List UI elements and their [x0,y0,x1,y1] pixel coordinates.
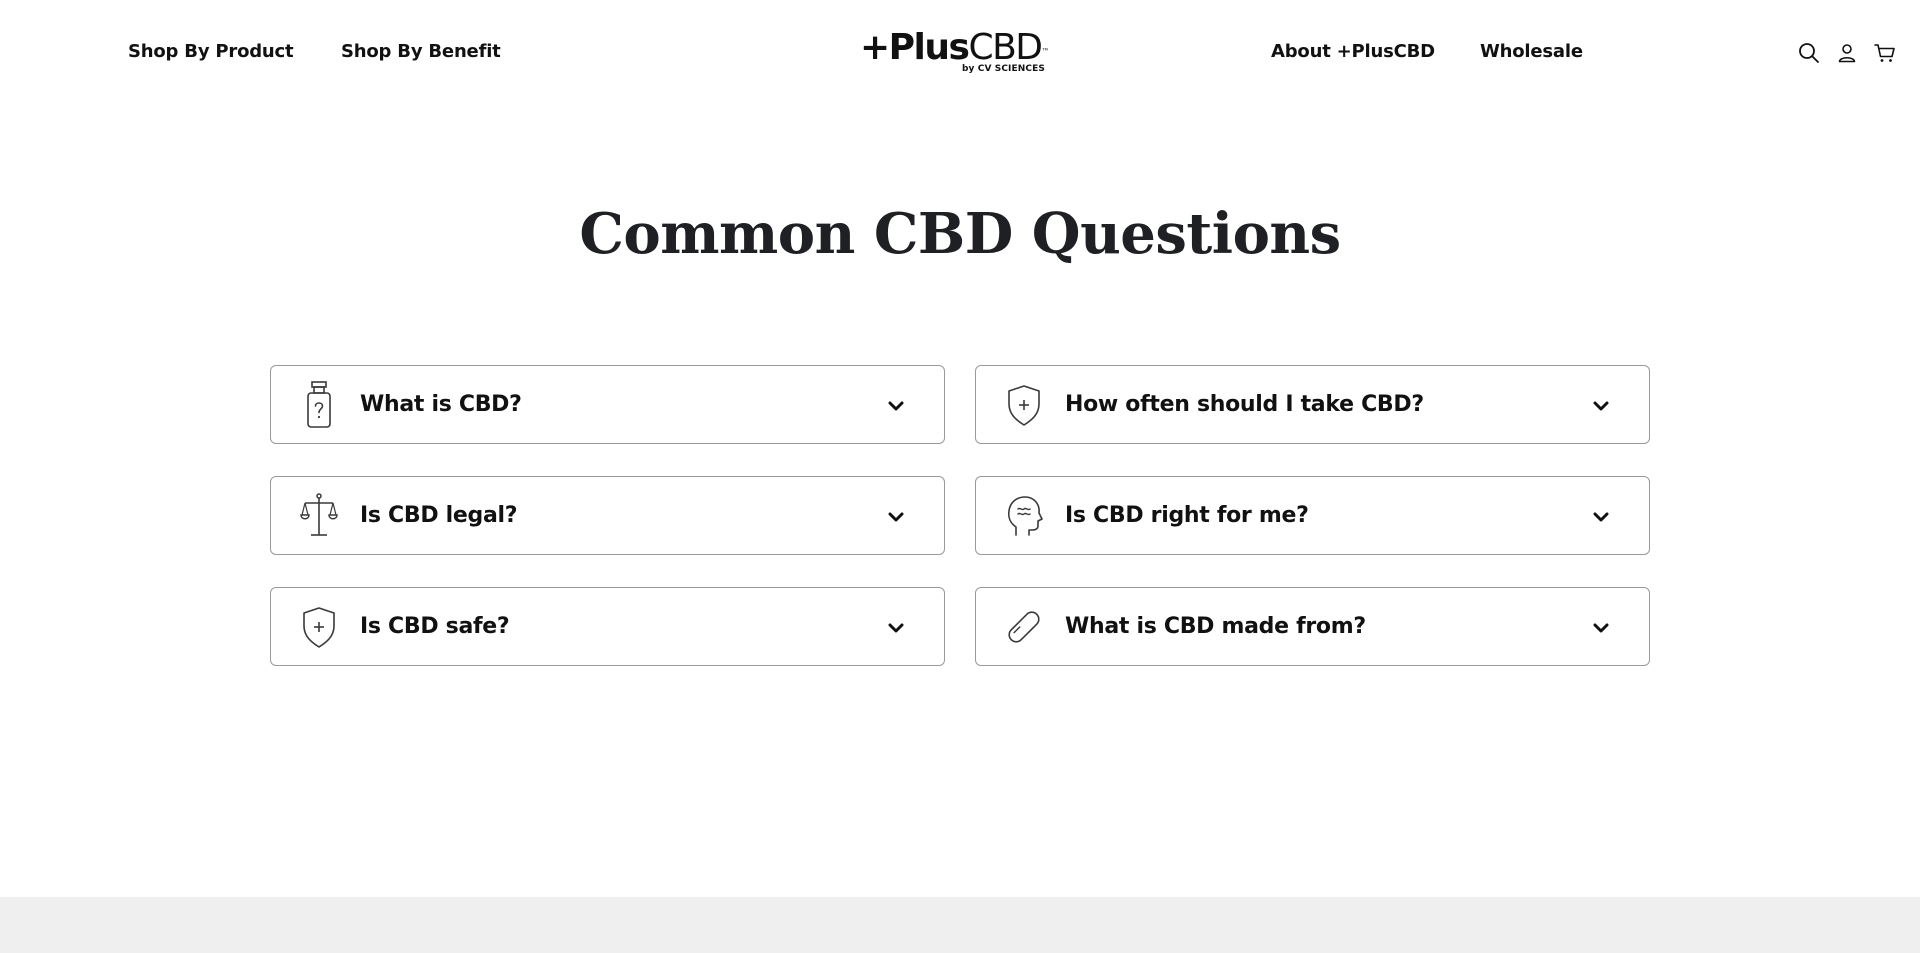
faq-question: What is CBD? [360,392,522,417]
search-icon[interactable] [1797,41,1821,65]
faq-item[interactable]: What is CBD made from? [975,587,1650,666]
faq-item[interactable]: Is CBD right for me? [975,476,1650,555]
head-profile-icon [1007,496,1043,536]
logo-wordmark: +PlusCBD™ [860,28,1050,68]
chevron-down-icon[interactable] [886,507,906,527]
logo-cbd: CBD [968,27,1043,68]
bottle-question-icon [307,381,331,428]
chevron-down-icon[interactable] [886,396,906,416]
faq-item[interactable]: What is CBD? [270,365,945,444]
capsule-icon [1008,611,1040,643]
cart-icon[interactable] [1873,41,1897,65]
site-logo[interactable]: +PlusCBD™ by CV SCIENCES [860,28,1060,78]
chevron-down-icon[interactable] [886,618,906,638]
faq-question: How often should I take CBD? [1065,392,1424,417]
shield-plus-icon [303,607,335,648]
faq-question: Is CBD legal? [360,503,518,528]
page-title: Common CBD Questions [579,201,1341,267]
faq-question: What is CBD made from? [1065,614,1366,639]
faq-item[interactable]: Is CBD safe? [270,587,945,666]
site-header: Shop By Product Shop By Benefit +PlusCBD… [0,0,1920,106]
account-icon[interactable] [1835,41,1859,65]
faq-item[interactable]: Is CBD legal? [270,476,945,555]
faq-question: Is CBD safe? [360,614,510,639]
faq-question: Is CBD right for me? [1065,503,1309,528]
footer-band [0,897,1920,953]
nav-about[interactable]: About +PlusCBD [1271,41,1435,62]
scales-icon [300,493,338,536]
chevron-down-icon[interactable] [1591,396,1611,416]
shield-plus-icon [1008,385,1040,426]
chevron-down-icon[interactable] [1591,618,1611,638]
logo-trademark: ™ [1041,47,1050,56]
nav-shop-by-benefit[interactable]: Shop By Benefit [341,41,501,62]
logo-plus: +Plus [860,27,970,68]
logo-tagline: by CV SCIENCES [962,64,1045,74]
faq-item[interactable]: How often should I take CBD? [975,365,1650,444]
chevron-down-icon[interactable] [1591,507,1611,527]
nav-wholesale[interactable]: Wholesale [1480,41,1583,62]
nav-shop-by-product[interactable]: Shop By Product [128,41,294,62]
